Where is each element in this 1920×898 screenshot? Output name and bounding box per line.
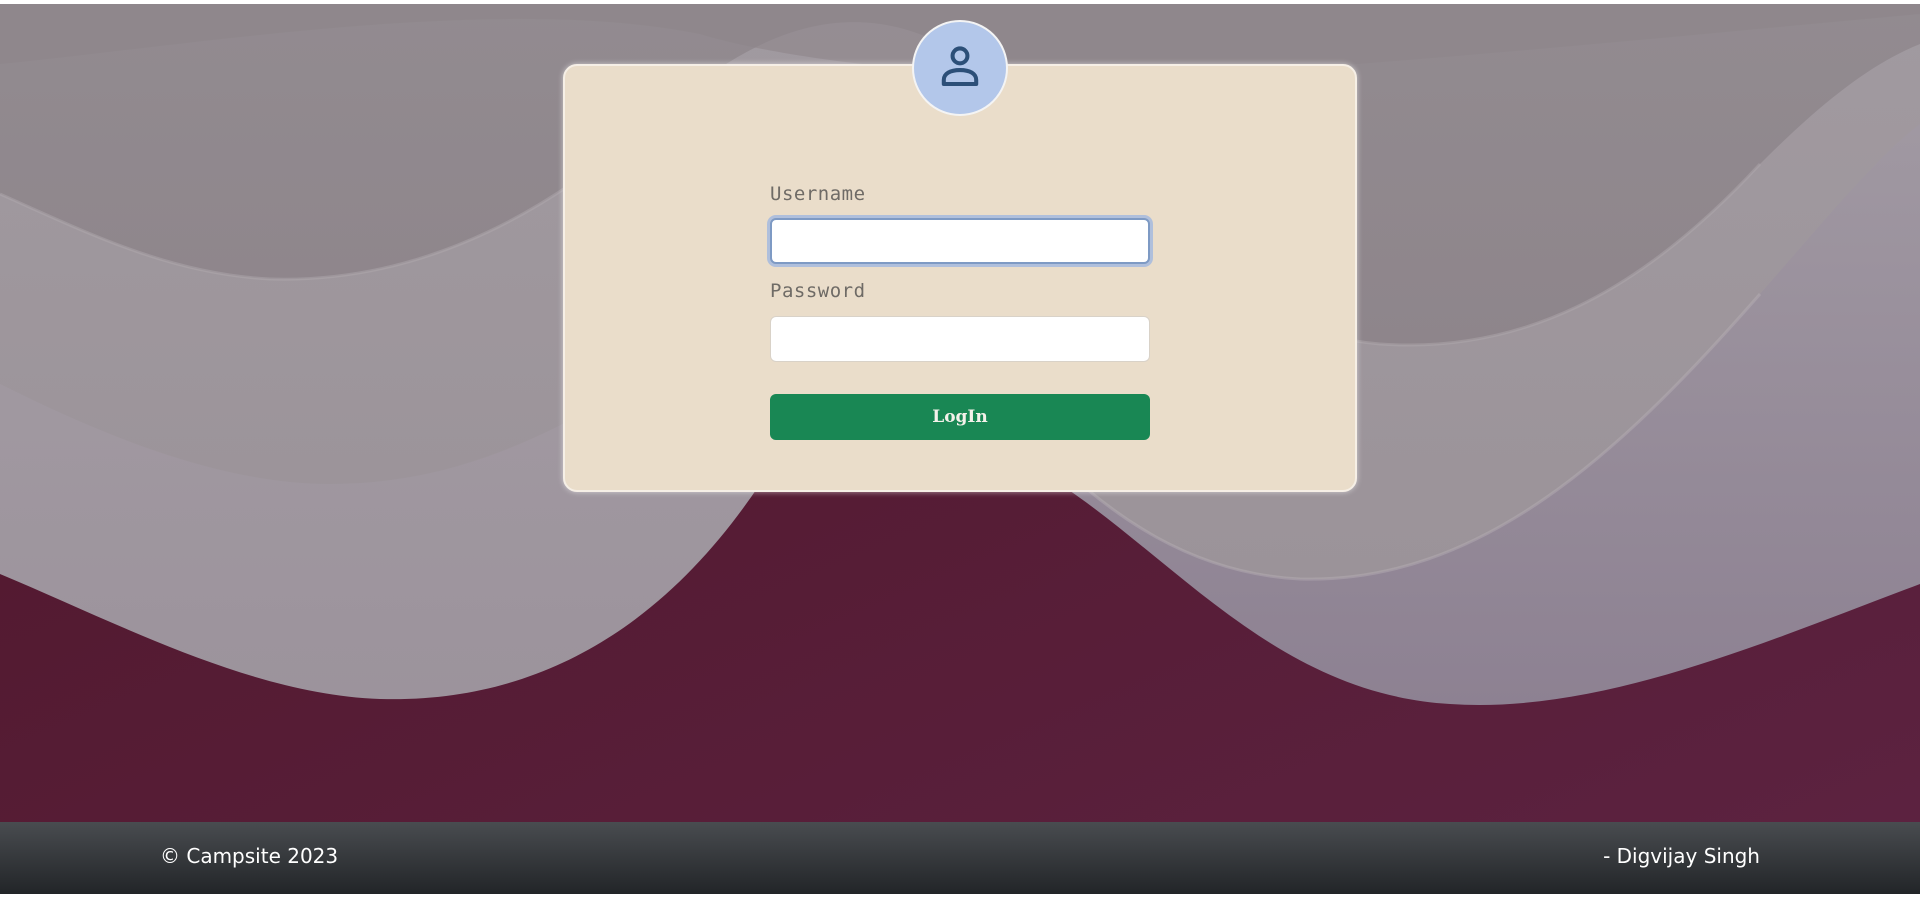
login-button[interactable]: LogIn bbox=[770, 394, 1150, 440]
footer: © Campsite 2023 - Digvijay Singh bbox=[0, 822, 1920, 894]
password-label: Password bbox=[770, 280, 866, 302]
page: Username Password LogIn © Campsite 2023 … bbox=[0, 0, 1920, 898]
username-label: Username bbox=[770, 183, 866, 205]
password-input[interactable] bbox=[770, 316, 1150, 362]
footer-author: - Digvijay Singh bbox=[1603, 844, 1760, 868]
user-icon bbox=[933, 39, 987, 97]
avatar bbox=[912, 20, 1008, 116]
username-input[interactable] bbox=[770, 218, 1150, 264]
footer-copyright: © Campsite 2023 bbox=[160, 844, 339, 868]
